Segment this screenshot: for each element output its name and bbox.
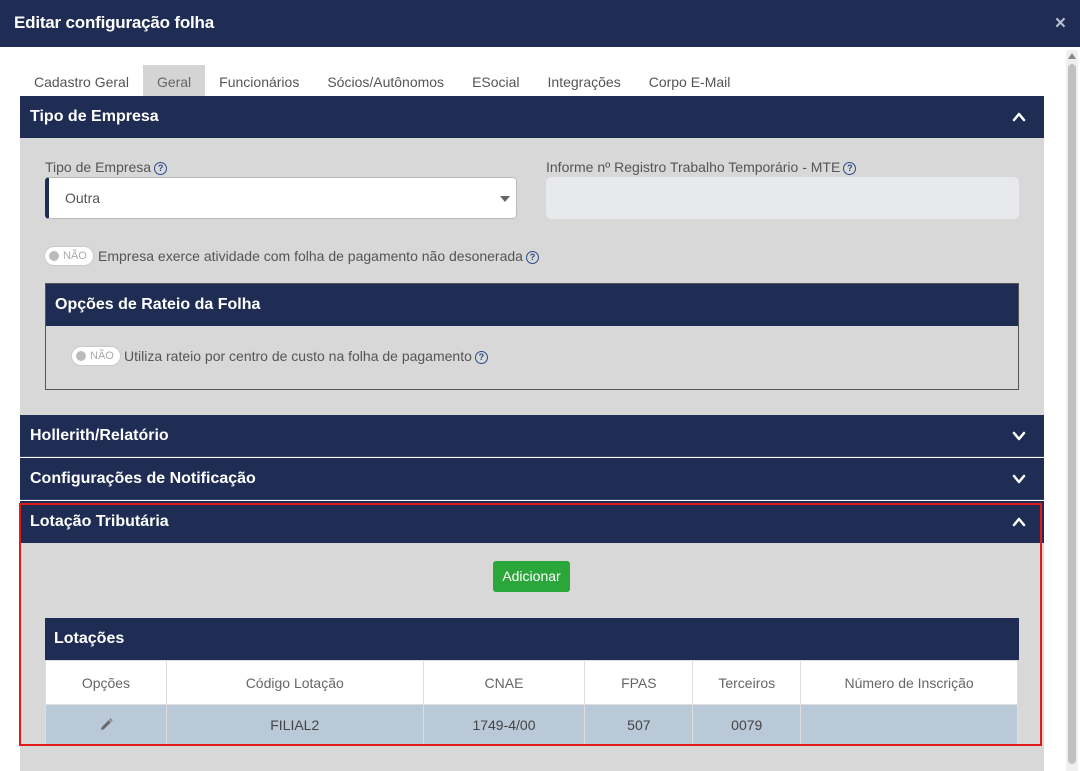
help-icon[interactable]: ? [843, 161, 857, 175]
modal-title: Editar configuração folha [14, 13, 214, 32]
toggle-knob [49, 251, 59, 261]
tab-socios-autonomos[interactable]: Sócios/Autônomos [313, 65, 458, 97]
col-terceiros[interactable]: Terceiros [692, 660, 802, 705]
col-numero-inscricao[interactable]: Número de Inscrição [800, 660, 1018, 705]
scrollbar-thumb[interactable] [1068, 64, 1076, 764]
tipo-empresa-select[interactable]: Outra [45, 177, 517, 219]
help-icon[interactable]: ? [525, 250, 539, 264]
row-options-cell [45, 704, 167, 745]
lotacoes-table: Opções Código Lotação CNAE FPAS Terceiro… [45, 660, 1018, 745]
hollerith-panel-header[interactable]: Hollerith/Relatório [20, 415, 1044, 457]
edit-config-modal: Editar configuração folha × Cadastro Ger… [0, 0, 1080, 771]
tipo-empresa-panel-body: Tipo de Empresa? Outra Informe nº Regist… [20, 138, 1044, 415]
notificacao-panel-header[interactable]: Configurações de Notificação [20, 458, 1044, 500]
col-cnae[interactable]: CNAE [422, 660, 586, 705]
registro-mte-label-text: Informe nº Registro Trabalho Temporário … [546, 159, 841, 175]
notificacao-panel-title: Configurações de Notificação [30, 470, 256, 487]
close-icon[interactable]: × [1055, 14, 1066, 34]
help-icon[interactable]: ? [474, 350, 488, 364]
cell-terceiros: 0079 [692, 704, 802, 745]
lotacao-panel-title: Lotação Tributária [30, 513, 169, 530]
cell-numero-inscricao [800, 704, 1018, 745]
rateio-box: Opções de Rateio da Folha NÃO Utiliza ra… [45, 283, 1019, 390]
registro-mte-field-label: Informe nº Registro Trabalho Temporário … [546, 159, 857, 175]
tipo-empresa-label-text: Tipo de Empresa [45, 159, 152, 175]
lotacoes-title: Lotações [54, 630, 125, 647]
col-opcoes[interactable]: Opções [45, 660, 167, 705]
cell-codigo-lotacao: FILIAL2 [165, 704, 424, 745]
help-icon[interactable]: ? [154, 161, 168, 175]
tab-content: Tipo de Empresa Tipo de Empresa? Outra I… [20, 96, 1044, 771]
table-row[interactable]: FILIAL2 1749-4/00 507 0079 [45, 704, 1018, 745]
tab-esocial[interactable]: ESocial [458, 65, 533, 97]
desonerada-toggle-label: NÃO [63, 250, 87, 262]
lotacoes-box: Lotações Opções Código Lotação CNAE FPAS… [45, 618, 1019, 748]
rateio-toggle-label: NÃO [90, 350, 114, 362]
lotacoes-header: Lotações [45, 618, 1019, 660]
adicionar-button[interactable]: Adicionar [493, 561, 570, 592]
chevron-up-icon[interactable] [1012, 110, 1026, 124]
toggle-knob [76, 351, 86, 361]
chevron-down-icon[interactable] [1012, 472, 1026, 486]
desonerada-toggle[interactable]: NÃO [44, 246, 94, 266]
lotacao-panel-body: Adicionar Lotações Opções Código Lotação… [20, 543, 1044, 771]
rateio-title: Opções de Rateio da Folha [55, 296, 261, 313]
col-codigo-lotacao[interactable]: Código Lotação [165, 660, 424, 705]
caret-down-icon [500, 196, 510, 202]
tab-bar: Cadastro Geral Geral Funcionários Sócios… [20, 65, 744, 97]
desonerada-label-text: Empresa exerce atividade com folha de pa… [98, 248, 523, 264]
rateio-header: Opções de Rateio da Folha [46, 284, 1018, 326]
cell-cnae: 1749-4/00 [422, 704, 586, 745]
rateio-text: Utiliza rateio por centro de custo na fo… [124, 348, 488, 364]
hollerith-panel-title: Hollerith/Relatório [30, 427, 169, 444]
tab-geral[interactable]: Geral [142, 65, 206, 97]
tipo-empresa-panel-title: Tipo de Empresa [30, 108, 159, 125]
rateio-label-text: Utiliza rateio por centro de custo na fo… [124, 348, 472, 364]
rateio-toggle[interactable]: NÃO [71, 346, 121, 366]
tipo-empresa-panel-header[interactable]: Tipo de Empresa [20, 96, 1044, 138]
tipo-empresa-select-value: Outra [65, 190, 101, 206]
lotacao-panel-header[interactable]: Lotação Tributária [20, 501, 1044, 543]
tipo-empresa-field-label: Tipo de Empresa? [45, 159, 168, 175]
tab-corpo-email[interactable]: Corpo E-Mail [635, 65, 745, 97]
modal-title-bar: Editar configuração folha × [0, 0, 1080, 47]
cell-fpas: 507 [584, 704, 694, 745]
tab-cadastro-geral[interactable]: Cadastro Geral [20, 65, 143, 97]
table-header-row: Opções Código Lotação CNAE FPAS Terceiro… [45, 660, 1018, 705]
scroll-up-arrow-icon[interactable] [1068, 53, 1076, 59]
pencil-icon[interactable] [98, 717, 114, 733]
chevron-down-icon[interactable] [1012, 429, 1026, 443]
tab-funcionarios[interactable]: Funcionários [205, 65, 313, 97]
chevron-up-icon[interactable] [1012, 515, 1026, 529]
desonerada-text: Empresa exerce atividade com folha de pa… [98, 248, 539, 264]
col-fpas[interactable]: FPAS [584, 660, 694, 705]
tab-integracoes[interactable]: Integrações [534, 65, 635, 97]
vertical-scrollbar[interactable] [1066, 50, 1078, 771]
registro-mte-input[interactable] [546, 177, 1019, 219]
